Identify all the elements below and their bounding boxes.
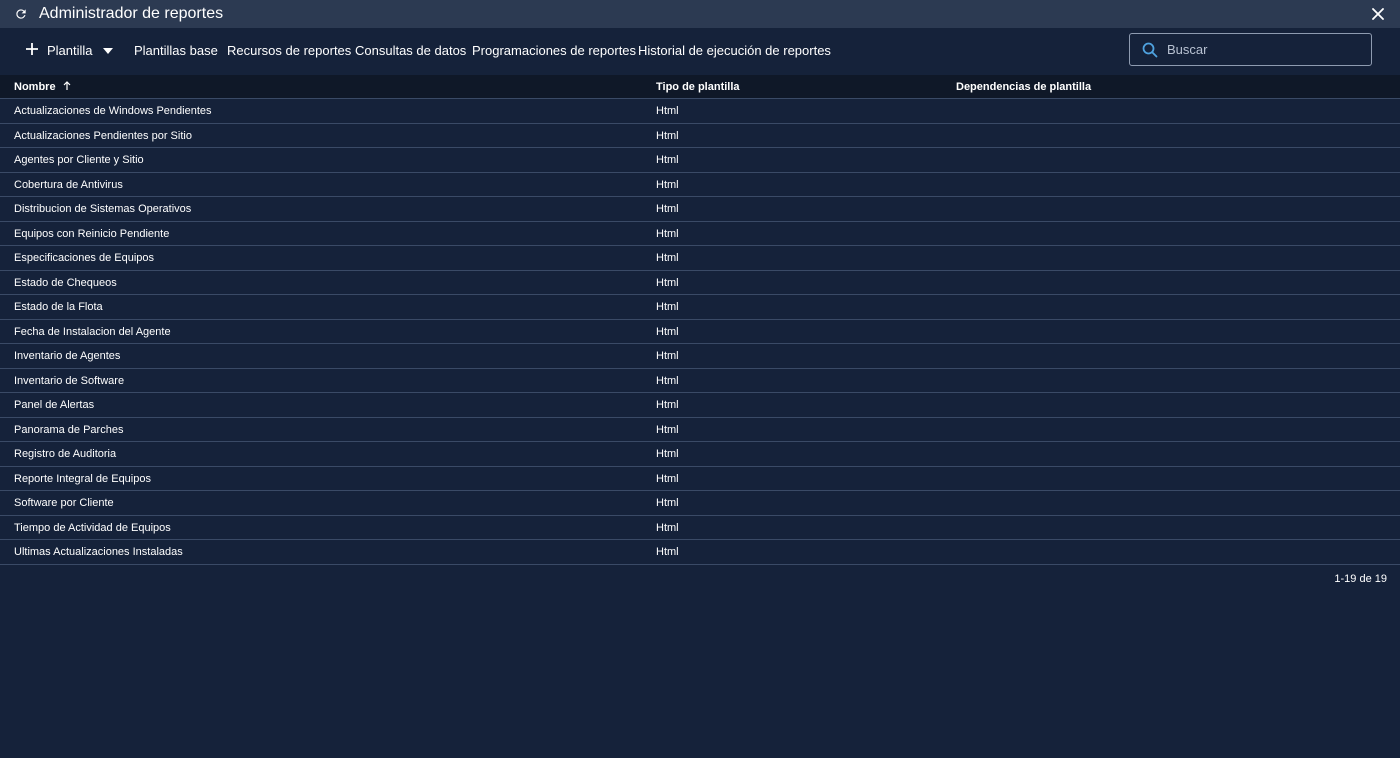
cell-name: Distribucion de Sistemas Operativos [14, 203, 192, 215]
report-schedules-button[interactable]: Programaciones de reportes [472, 42, 636, 60]
table-body: Actualizaciones de Windows Pendientes Htm… [0, 99, 1400, 565]
cell-template-type: Html [656, 350, 679, 362]
pagination-info: 1-19 de 19 [1334, 573, 1387, 585]
sort-ascending-icon [63, 75, 71, 99]
table-row[interactable]: Especificaciones de Equipos Html [0, 246, 1400, 271]
cell-name: Estado de Chequeos [14, 276, 117, 289]
cell-template-type: Html [656, 178, 679, 191]
cell-name: Actualizaciones de Windows Pendientes [14, 105, 212, 117]
cell-name: Fecha de Instalacion del Agente [14, 325, 171, 338]
cell-name: Especificaciones de Equipos [14, 252, 155, 264]
column-header-name[interactable]: Nombre [14, 75, 71, 99]
cell-template-type: Html [656, 325, 679, 338]
cell-template-type: Html [656, 154, 679, 166]
chevron-down-icon[interactable] [102, 48, 113, 54]
cell-template-type: Html [656, 497, 679, 509]
cell-template-type: Html [656, 252, 679, 264]
toolbar: Plantilla Plantillas base Recursos de re… [0, 28, 1400, 75]
table-row[interactable]: Ultimas Actualizaciones Instaladas Html [0, 540, 1400, 565]
cell-template-type: Html [656, 472, 679, 485]
cell-template-type: Html [656, 546, 679, 558]
table-row[interactable]: Actualizaciones Pendientes por Sitio Html [0, 124, 1400, 148]
cell-name: Inventario de Agentes [14, 350, 121, 362]
cell-template-type: Html [656, 448, 679, 460]
cell-name: Registro de Auditoria [14, 448, 117, 460]
table-header: Nombre Tipo de plantilla Dependencias de… [0, 75, 1400, 99]
search-box[interactable] [1129, 33, 1372, 66]
cell-template-type: Html [656, 203, 679, 215]
table-row[interactable]: Estado de Chequeos Html [0, 271, 1400, 295]
cell-template-type: Html [656, 227, 679, 240]
cell-name: Actualizaciones Pendientes por Sitio [14, 129, 192, 142]
table-row[interactable]: Agentes por Cliente y Sitio Html [0, 148, 1400, 173]
cell-template-type: Html [656, 521, 679, 534]
search-icon [1142, 42, 1158, 58]
plus-icon [25, 42, 39, 61]
base-templates-button[interactable]: Plantillas base [134, 42, 218, 60]
table-row[interactable]: Inventario de Software Html [0, 369, 1400, 393]
cell-name: Agentes por Cliente y Sitio [14, 154, 144, 166]
table-row[interactable]: Panorama de Parches Html [0, 418, 1400, 442]
table-row[interactable]: Cobertura de Antivirus Html [0, 173, 1400, 197]
table-row[interactable]: Software por Cliente Html [0, 491, 1400, 516]
cell-template-type: Html [656, 105, 679, 117]
close-icon[interactable] [1369, 5, 1387, 23]
column-header-template-type[interactable]: Tipo de plantilla [656, 75, 740, 99]
cell-template-type: Html [656, 301, 679, 313]
cell-name: Panorama de Parches [14, 423, 124, 436]
add-template-button[interactable]: Plantilla [25, 42, 113, 60]
table-row[interactable]: Actualizaciones de Windows Pendientes Htm… [0, 99, 1400, 124]
report-resources-button[interactable]: Recursos de reportes [227, 42, 351, 60]
table-row[interactable]: Estado de la Flota Html [0, 295, 1400, 320]
column-header-name-label: Nombre [14, 81, 56, 93]
table-row[interactable]: Panel de Alertas Html [0, 393, 1400, 418]
cell-name: Cobertura de Antivirus [14, 178, 123, 191]
cell-name: Ultimas Actualizaciones Instaladas [14, 546, 183, 558]
data-queries-button[interactable]: Consultas de datos [355, 42, 466, 60]
cell-name: Inventario de Software [14, 374, 125, 387]
table-row[interactable]: Inventario de Agentes Html [0, 344, 1400, 369]
search-input[interactable] [1165, 38, 1365, 60]
table-row[interactable]: Reporte Integral de Equipos Html [0, 467, 1400, 491]
refresh-icon[interactable] [12, 5, 30, 23]
cell-name: Software por Cliente [14, 497, 114, 509]
cell-template-type: Html [656, 276, 679, 289]
window-titlebar: Administrador de reportes [0, 0, 1400, 28]
cell-name: Panel de Alertas [14, 399, 95, 411]
cell-template-type: Html [656, 374, 679, 387]
cell-template-type: Html [656, 129, 679, 142]
cell-name: Reporte Integral de Equipos [14, 472, 151, 485]
cell-name: Estado de la Flota [14, 301, 103, 313]
window-title: Administrador de reportes [39, 5, 224, 22]
table-row[interactable]: Equipos con Reinicio Pendiente Html [0, 222, 1400, 246]
report-history-button[interactable]: Historial de ejecución de reportes [638, 42, 831, 60]
table-row[interactable]: Tiempo de Actividad de Equipos Html [0, 516, 1400, 540]
table-row[interactable]: Distribucion de Sistemas Operativos Html [0, 197, 1400, 222]
table-row[interactable]: Registro de Auditoria Html [0, 442, 1400, 467]
cell-template-type: Html [656, 423, 679, 436]
column-header-template-dependencies[interactable]: Dependencias de plantilla [956, 75, 1091, 99]
cell-name: Tiempo de Actividad de Equipos [14, 521, 171, 534]
table-row[interactable]: Fecha de Instalacion del Agente Html [0, 320, 1400, 344]
cell-name: Equipos con Reinicio Pendiente [14, 227, 170, 240]
add-template-label: Plantilla [47, 43, 93, 58]
cell-template-type: Html [656, 399, 679, 411]
